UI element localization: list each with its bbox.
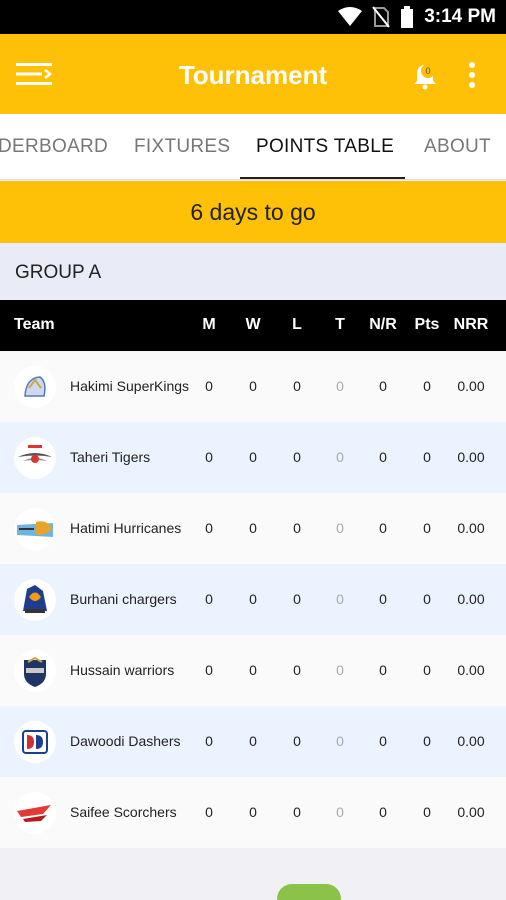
cell-won: 0 xyxy=(249,520,257,536)
cell-matches: 0 xyxy=(205,733,213,749)
team-logo-icon xyxy=(14,579,56,621)
group-title: GROUP A xyxy=(15,262,102,283)
team-name: Hakimi SuperKings xyxy=(70,378,190,394)
column-header-won: W xyxy=(245,316,261,333)
cell-no-result: 0 xyxy=(379,662,387,678)
cell-won: 0 xyxy=(249,378,257,394)
cell-tied: 0 xyxy=(336,662,344,678)
table-row[interactable]: Burhani chargers 0 0 0 0 0 0 0.00 xyxy=(0,564,506,635)
notification-badge: 0 xyxy=(421,64,435,78)
cell-no-result: 0 xyxy=(379,378,387,394)
cell-won: 0 xyxy=(249,804,257,820)
cell-tied: 0 xyxy=(336,804,344,820)
table-row[interactable]: Hussain warriors 0 0 0 0 0 0 0.00 xyxy=(0,635,506,706)
team-name: Hussain warriors xyxy=(70,662,175,678)
team-logo-icon xyxy=(14,437,56,479)
cell-points: 0 xyxy=(423,804,431,820)
cell-nrr: 0.00 xyxy=(457,520,485,536)
group-header: GROUP A xyxy=(0,243,506,300)
tab-fixtures[interactable]: FIXTURES xyxy=(134,136,230,158)
battery-icon xyxy=(401,6,414,28)
column-header-points: Pts xyxy=(414,316,440,333)
cell-nrr: 0.00 xyxy=(457,804,485,820)
active-tab-indicator xyxy=(240,177,405,179)
table-row[interactable]: Saifee Scorchers 0 0 0 0 0 0 0.00 xyxy=(0,777,506,848)
table-row[interactable]: Hatimi Hurricanes 0 0 0 0 0 0 0.00 xyxy=(0,493,506,564)
cell-lost: 0 xyxy=(293,662,301,678)
cell-no-result: 0 xyxy=(379,449,387,465)
team-logo-icon xyxy=(14,508,56,550)
cell-lost: 0 xyxy=(293,591,301,607)
cell-no-result: 0 xyxy=(379,804,387,820)
cell-points: 0 xyxy=(423,520,431,536)
cell-nrr: 0.00 xyxy=(457,378,485,394)
team-name: Taheri Tigers xyxy=(70,449,151,465)
cell-won: 0 xyxy=(249,662,257,678)
column-header-no-result: N/R xyxy=(369,316,397,333)
no-sim-icon xyxy=(372,6,390,28)
team-logo-icon xyxy=(14,721,56,763)
more-vert-icon[interactable] xyxy=(462,60,482,90)
cell-points: 0 xyxy=(423,449,431,465)
team-logo-icon xyxy=(14,650,56,692)
cell-matches: 0 xyxy=(205,804,213,820)
cell-tied: 0 xyxy=(336,378,344,394)
column-header-team: Team xyxy=(14,316,55,333)
column-header-matches: M xyxy=(202,316,216,333)
cell-matches: 0 xyxy=(205,520,213,536)
tab-about[interactable]: ABOUT xyxy=(424,136,491,158)
cell-nrr: 0.00 xyxy=(457,591,485,607)
cell-lost: 0 xyxy=(293,520,301,536)
cell-tied: 0 xyxy=(336,520,344,536)
cell-tied: 0 xyxy=(336,733,344,749)
table-row[interactable]: Hakimi SuperKings 0 0 0 0 0 0 0.00 xyxy=(0,351,506,422)
table-header: Team M W L T N/R Pts NRR xyxy=(0,300,506,351)
cell-points: 0 xyxy=(423,591,431,607)
column-header-lost: L xyxy=(292,316,302,333)
wifi-icon xyxy=(338,7,363,26)
table-row[interactable]: Taheri Tigers 0 0 0 0 0 0 0.00 xyxy=(0,422,506,493)
cell-nrr: 0.00 xyxy=(457,662,485,678)
cell-lost: 0 xyxy=(293,804,301,820)
cell-lost: 0 xyxy=(293,733,301,749)
status-bar: 3:14 PM xyxy=(0,0,506,34)
cell-tied: 0 xyxy=(336,591,344,607)
cell-won: 0 xyxy=(249,449,257,465)
cell-no-result: 0 xyxy=(379,591,387,607)
tab-leaderboard[interactable]: DERBOARD xyxy=(0,136,108,158)
team-name: Burhani chargers xyxy=(70,591,177,607)
floating-action-button[interactable] xyxy=(277,884,341,900)
cell-won: 0 xyxy=(249,591,257,607)
cell-matches: 0 xyxy=(205,378,213,394)
team-logo-icon xyxy=(14,792,56,834)
cell-points: 0 xyxy=(423,733,431,749)
countdown-banner: 6 days to go xyxy=(0,181,506,243)
cell-points: 0 xyxy=(423,378,431,394)
status-time: 3:14 PM xyxy=(424,6,496,27)
column-header-nrr: NRR xyxy=(453,316,489,333)
team-logo-icon xyxy=(14,366,56,408)
column-header-tied: T xyxy=(335,316,345,333)
cell-no-result: 0 xyxy=(379,733,387,749)
cell-won: 0 xyxy=(249,733,257,749)
cell-matches: 0 xyxy=(205,591,213,607)
cell-nrr: 0.00 xyxy=(457,449,485,465)
cell-nrr: 0.00 xyxy=(457,733,485,749)
cell-points: 0 xyxy=(423,662,431,678)
team-name: Dawoodi Dashers xyxy=(70,733,181,749)
cell-matches: 0 xyxy=(205,662,213,678)
app-bar: Tournament 0 xyxy=(0,34,506,114)
tab-bar: DERBOARD FIXTURES POINTS TABLE ABOUT xyxy=(0,114,506,180)
tab-points-table[interactable]: POINTS TABLE xyxy=(256,136,394,158)
table-row[interactable]: Dawoodi Dashers 0 0 0 0 0 0 0.00 xyxy=(0,706,506,777)
cell-tied: 0 xyxy=(336,449,344,465)
cell-matches: 0 xyxy=(205,449,213,465)
team-name: Hatimi Hurricanes xyxy=(70,520,182,536)
cell-lost: 0 xyxy=(293,378,301,394)
cell-no-result: 0 xyxy=(379,520,387,536)
cell-lost: 0 xyxy=(293,449,301,465)
team-name: Saifee Scorchers xyxy=(70,804,177,820)
